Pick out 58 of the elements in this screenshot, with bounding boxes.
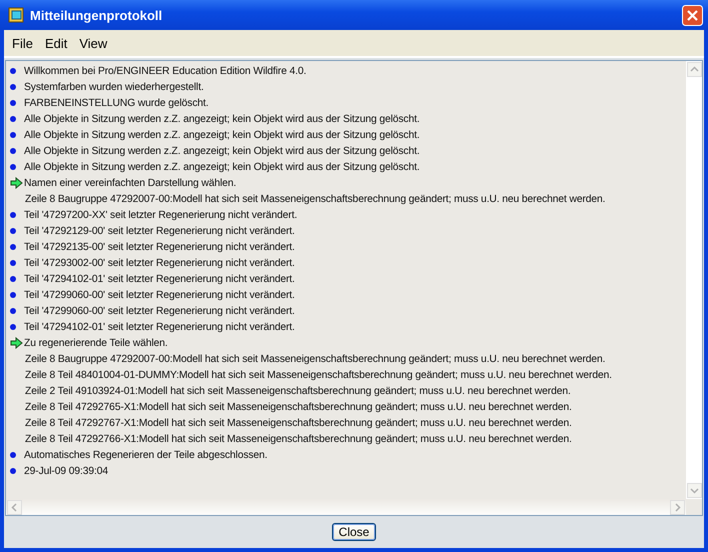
log-message: Alle Objekte in Sitzung werden z.Z. angezeigt; kein Objekt wird aus der Sitzung gelöscht. (24, 130, 420, 140)
log-message: Teil '47294102-01' seit letzter Regenerierung nicht verändert. (24, 322, 295, 332)
scroll-down-icon[interactable] (686, 483, 702, 498)
bullet-icon (10, 148, 16, 154)
log-message: Teil '47293002-00' seit letzter Regenerierung nicht verändert. (24, 258, 295, 268)
window-icon (8, 7, 24, 23)
bullet-icon (10, 132, 16, 138)
log-message: Alle Objekte in Sitzung werden z.Z. angezeigt; kein Objekt wird aus der Sitzung gelöscht. (24, 146, 420, 156)
window-title: Mitteilungenprotokoll (30, 8, 164, 22)
vertical-scrollbar[interactable] (686, 61, 702, 499)
log-message: FARBENEINSTELLUNG wurde gelöscht. (24, 98, 208, 108)
menu-item[interactable]: File (6, 34, 39, 52)
bullet-icon (10, 292, 16, 298)
log-message: Zeile 8 Teil 47292765-X1:Modell hat sich seit Masseneigenschaftsberechnung geändert; muss u.U. neu berechnet werden. (24, 402, 572, 412)
horizontal-scrollbar[interactable] (6, 499, 686, 515)
log-message: Teil '47297200-XX' seit letzter Regenerierung nicht verändert. (24, 210, 298, 220)
bullet-icon (10, 116, 16, 122)
log-message: Teil '47294102-01' seit letzter Regenerierung nicht verändert. (24, 274, 295, 284)
log-message: Teil '47292129-00' seit letzter Regenerierung nicht verändert. (24, 226, 295, 236)
arrow-icon (10, 337, 23, 349)
log-message: Zeile 8 Baugruppe 47292007-00:Modell hat sich seit Masseneigenschaftsberechnung geändert; muss u.U. neu berechnet werden. (24, 354, 606, 364)
log-message: Willkommen bei Pro/ENGINEER Education Edition Wildfire 4.0. (24, 66, 306, 76)
log-message: Zu regenerierende Teile wählen. (24, 338, 168, 348)
log-message: Teil '47299060-00' seit letzter Regenerierung nicht verändert. (24, 306, 295, 316)
bullet-icon (10, 68, 16, 74)
bullet-icon (10, 324, 16, 330)
scroll-right-icon[interactable] (670, 500, 685, 514)
log-message: Systemfarben wurden wiederhergestellt. (24, 82, 204, 92)
bullet-icon (10, 84, 16, 90)
bullet-icon (10, 228, 16, 234)
log-message: 29-Jul-09 09:39:04 (24, 466, 108, 476)
log-message: Alle Objekte in Sitzung werden z.Z. angezeigt; kein Objekt wird aus der Sitzung gelöscht. (24, 114, 420, 124)
arrow-icon (10, 177, 23, 189)
log-message: Alle Objekte in Sitzung werden z.Z. angezeigt; kein Objekt wird aus der Sitzung gelöscht. (24, 162, 420, 172)
scroll-up-icon[interactable] (686, 62, 702, 77)
close-icon[interactable] (682, 4, 703, 26)
bullet-icon (10, 100, 16, 106)
bullet-icon (10, 164, 16, 170)
log-message: Automatisches Regenerieren der Teile abgeschlossen. (24, 450, 268, 460)
menu-item[interactable]: Edit (38, 34, 74, 52)
menu-item[interactable]: View (73, 34, 114, 52)
log-message: Teil '47292135-00' seit letzter Regenerierung nicht verändert. (24, 242, 295, 252)
close-button[interactable]: Close (332, 523, 376, 541)
log-message: Namen einer vereinfachten Darstellung wählen. (24, 178, 236, 188)
bullet-icon (10, 276, 16, 282)
bullet-icon (10, 212, 16, 218)
log-message: Zeile 8 Teil 48401004-01-DUMMY:Modell hat sich seit Masseneigenschaftsberechnung geändert; muss u.U. neu berechnet werden. (24, 370, 612, 380)
bullet-icon (10, 452, 16, 458)
log-message: Teil '47299060-00' seit letzter Regenerierung nicht verändert. (24, 290, 295, 300)
scroll-left-icon[interactable] (7, 500, 22, 514)
log-message: Zeile 2 Teil 49103924-01:Modell hat sich seit Masseneigenschaftsberechnung geändert; muss u.U. neu berechnet werden. (24, 386, 571, 396)
log-message: Zeile 8 Baugruppe 47292007-00:Modell hat sich seit Masseneigenschaftsberechnung geändert; muss u.U. neu berechnet werden. (24, 194, 606, 204)
log-message: Zeile 8 Teil 47292766-X1:Modell hat sich seit Masseneigenschaftsberechnung geändert; muss u.U. neu berechnet werden. (24, 434, 572, 444)
bullet-icon (10, 308, 16, 314)
bullet-icon (10, 468, 16, 474)
log-message: Zeile 8 Teil 47292767-X1:Modell hat sich seit Masseneigenschaftsberechnung geändert; muss u.U. neu berechnet werden. (24, 418, 572, 428)
bullet-icon (10, 244, 16, 250)
bullet-icon (10, 260, 16, 266)
